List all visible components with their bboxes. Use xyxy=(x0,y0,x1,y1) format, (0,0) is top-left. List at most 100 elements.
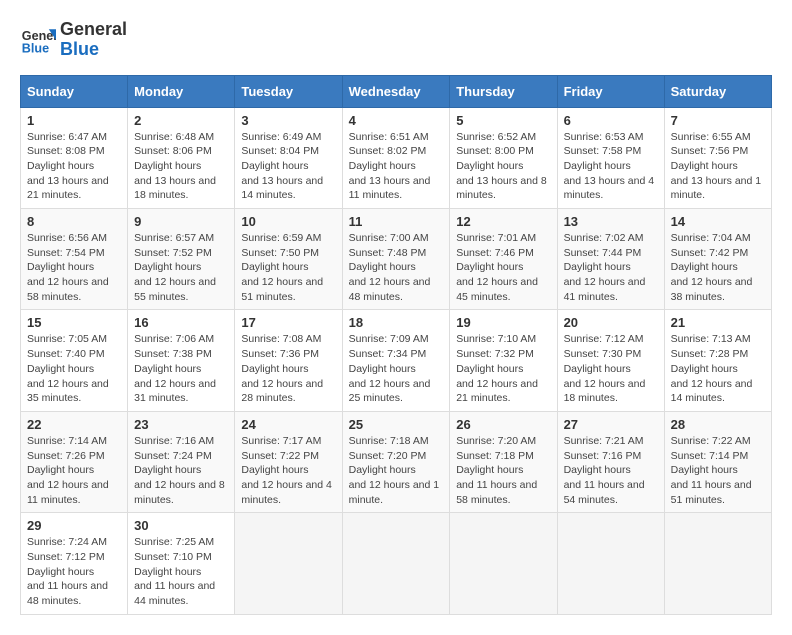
day-info: Sunrise: 6:59 AM Sunset: 7:50 PM Dayligh… xyxy=(241,231,335,304)
calendar-cell xyxy=(342,513,450,614)
day-number: 23 xyxy=(134,417,228,432)
day-number: 16 xyxy=(134,315,228,330)
day-number: 3 xyxy=(241,113,335,128)
day-number: 24 xyxy=(241,417,335,432)
calendar-cell: 22 Sunrise: 7:14 AM Sunset: 7:26 PM Dayl… xyxy=(21,411,128,512)
day-number: 12 xyxy=(456,214,550,229)
calendar-week-row: 15 Sunrise: 7:05 AM Sunset: 7:40 PM Dayl… xyxy=(21,310,772,411)
day-info: Sunrise: 7:09 AM Sunset: 7:34 PM Dayligh… xyxy=(349,332,444,405)
day-info: Sunrise: 7:12 AM Sunset: 7:30 PM Dayligh… xyxy=(564,332,658,405)
day-number: 17 xyxy=(241,315,335,330)
calendar-cell: 8 Sunrise: 6:56 AM Sunset: 7:54 PM Dayli… xyxy=(21,209,128,310)
calendar-cell: 2 Sunrise: 6:48 AM Sunset: 8:06 PM Dayli… xyxy=(128,107,235,208)
logo-text: General Blue xyxy=(60,20,127,60)
calendar-cell: 13 Sunrise: 7:02 AM Sunset: 7:44 PM Dayl… xyxy=(557,209,664,310)
calendar-cell: 15 Sunrise: 7:05 AM Sunset: 7:40 PM Dayl… xyxy=(21,310,128,411)
weekday-header-friday: Friday xyxy=(557,75,664,107)
day-number: 11 xyxy=(349,214,444,229)
svg-text:Blue: Blue xyxy=(22,41,49,55)
calendar-cell: 3 Sunrise: 6:49 AM Sunset: 8:04 PM Dayli… xyxy=(235,107,342,208)
day-info: Sunrise: 6:55 AM Sunset: 7:56 PM Dayligh… xyxy=(671,130,765,203)
calendar-week-row: 29 Sunrise: 7:24 AM Sunset: 7:12 PM Dayl… xyxy=(21,513,772,614)
day-info: Sunrise: 6:57 AM Sunset: 7:52 PM Dayligh… xyxy=(134,231,228,304)
day-number: 4 xyxy=(349,113,444,128)
day-info: Sunrise: 7:01 AM Sunset: 7:46 PM Dayligh… xyxy=(456,231,550,304)
day-info: Sunrise: 7:24 AM Sunset: 7:12 PM Dayligh… xyxy=(27,535,121,608)
day-info: Sunrise: 7:17 AM Sunset: 7:22 PM Dayligh… xyxy=(241,434,335,507)
calendar-cell: 30 Sunrise: 7:25 AM Sunset: 7:10 PM Dayl… xyxy=(128,513,235,614)
day-info: Sunrise: 6:56 AM Sunset: 7:54 PM Dayligh… xyxy=(27,231,121,304)
calendar-cell: 17 Sunrise: 7:08 AM Sunset: 7:36 PM Dayl… xyxy=(235,310,342,411)
calendar-cell: 27 Sunrise: 7:21 AM Sunset: 7:16 PM Dayl… xyxy=(557,411,664,512)
day-number: 27 xyxy=(564,417,658,432)
calendar-cell: 9 Sunrise: 6:57 AM Sunset: 7:52 PM Dayli… xyxy=(128,209,235,310)
calendar-cell: 16 Sunrise: 7:06 AM Sunset: 7:38 PM Dayl… xyxy=(128,310,235,411)
page-header: General Blue General Blue xyxy=(20,20,772,60)
calendar-cell: 11 Sunrise: 7:00 AM Sunset: 7:48 PM Dayl… xyxy=(342,209,450,310)
weekday-header-monday: Monday xyxy=(128,75,235,107)
day-number: 8 xyxy=(27,214,121,229)
day-number: 5 xyxy=(456,113,550,128)
day-info: Sunrise: 7:08 AM Sunset: 7:36 PM Dayligh… xyxy=(241,332,335,405)
day-info: Sunrise: 6:53 AM Sunset: 7:58 PM Dayligh… xyxy=(564,130,658,203)
day-info: Sunrise: 7:22 AM Sunset: 7:14 PM Dayligh… xyxy=(671,434,765,507)
calendar-cell: 29 Sunrise: 7:24 AM Sunset: 7:12 PM Dayl… xyxy=(21,513,128,614)
day-info: Sunrise: 7:20 AM Sunset: 7:18 PM Dayligh… xyxy=(456,434,550,507)
day-number: 2 xyxy=(134,113,228,128)
day-number: 25 xyxy=(349,417,444,432)
weekday-header-sunday: Sunday xyxy=(21,75,128,107)
day-number: 20 xyxy=(564,315,658,330)
day-number: 30 xyxy=(134,518,228,533)
day-number: 26 xyxy=(456,417,550,432)
day-number: 19 xyxy=(456,315,550,330)
weekday-header-row: SundayMondayTuesdayWednesdayThursdayFrid… xyxy=(21,75,772,107)
day-info: Sunrise: 6:52 AM Sunset: 8:00 PM Dayligh… xyxy=(456,130,550,203)
calendar-cell: 12 Sunrise: 7:01 AM Sunset: 7:46 PM Dayl… xyxy=(450,209,557,310)
day-info: Sunrise: 6:48 AM Sunset: 8:06 PM Dayligh… xyxy=(134,130,228,203)
day-number: 14 xyxy=(671,214,765,229)
day-number: 29 xyxy=(27,518,121,533)
calendar-cell: 14 Sunrise: 7:04 AM Sunset: 7:42 PM Dayl… xyxy=(664,209,771,310)
day-number: 9 xyxy=(134,214,228,229)
day-info: Sunrise: 7:02 AM Sunset: 7:44 PM Dayligh… xyxy=(564,231,658,304)
day-info: Sunrise: 6:47 AM Sunset: 8:08 PM Dayligh… xyxy=(27,130,121,203)
calendar-cell: 26 Sunrise: 7:20 AM Sunset: 7:18 PM Dayl… xyxy=(450,411,557,512)
calendar-cell: 19 Sunrise: 7:10 AM Sunset: 7:32 PM Dayl… xyxy=(450,310,557,411)
day-info: Sunrise: 7:14 AM Sunset: 7:26 PM Dayligh… xyxy=(27,434,121,507)
calendar-cell xyxy=(235,513,342,614)
day-number: 6 xyxy=(564,113,658,128)
calendar-cell: 18 Sunrise: 7:09 AM Sunset: 7:34 PM Dayl… xyxy=(342,310,450,411)
day-info: Sunrise: 7:13 AM Sunset: 7:28 PM Dayligh… xyxy=(671,332,765,405)
day-info: Sunrise: 7:18 AM Sunset: 7:20 PM Dayligh… xyxy=(349,434,444,507)
day-info: Sunrise: 7:06 AM Sunset: 7:38 PM Dayligh… xyxy=(134,332,228,405)
day-number: 7 xyxy=(671,113,765,128)
day-info: Sunrise: 7:04 AM Sunset: 7:42 PM Dayligh… xyxy=(671,231,765,304)
calendar-cell: 6 Sunrise: 6:53 AM Sunset: 7:58 PM Dayli… xyxy=(557,107,664,208)
day-number: 10 xyxy=(241,214,335,229)
calendar-cell xyxy=(557,513,664,614)
day-info: Sunrise: 7:16 AM Sunset: 7:24 PM Dayligh… xyxy=(134,434,228,507)
day-number: 21 xyxy=(671,315,765,330)
day-number: 22 xyxy=(27,417,121,432)
day-info: Sunrise: 7:05 AM Sunset: 7:40 PM Dayligh… xyxy=(27,332,121,405)
calendar-cell: 10 Sunrise: 6:59 AM Sunset: 7:50 PM Dayl… xyxy=(235,209,342,310)
calendar-cell xyxy=(664,513,771,614)
calendar-cell: 21 Sunrise: 7:13 AM Sunset: 7:28 PM Dayl… xyxy=(664,310,771,411)
calendar-cell: 25 Sunrise: 7:18 AM Sunset: 7:20 PM Dayl… xyxy=(342,411,450,512)
calendar-cell: 20 Sunrise: 7:12 AM Sunset: 7:30 PM Dayl… xyxy=(557,310,664,411)
calendar-cell: 23 Sunrise: 7:16 AM Sunset: 7:24 PM Dayl… xyxy=(128,411,235,512)
calendar-cell: 24 Sunrise: 7:17 AM Sunset: 7:22 PM Dayl… xyxy=(235,411,342,512)
day-info: Sunrise: 6:49 AM Sunset: 8:04 PM Dayligh… xyxy=(241,130,335,203)
weekday-header-tuesday: Tuesday xyxy=(235,75,342,107)
calendar-cell: 28 Sunrise: 7:22 AM Sunset: 7:14 PM Dayl… xyxy=(664,411,771,512)
calendar-cell: 7 Sunrise: 6:55 AM Sunset: 7:56 PM Dayli… xyxy=(664,107,771,208)
day-info: Sunrise: 6:51 AM Sunset: 8:02 PM Dayligh… xyxy=(349,130,444,203)
weekday-header-saturday: Saturday xyxy=(664,75,771,107)
day-info: Sunrise: 7:25 AM Sunset: 7:10 PM Dayligh… xyxy=(134,535,228,608)
day-info: Sunrise: 7:00 AM Sunset: 7:48 PM Dayligh… xyxy=(349,231,444,304)
calendar-cell: 5 Sunrise: 6:52 AM Sunset: 8:00 PM Dayli… xyxy=(450,107,557,208)
day-number: 18 xyxy=(349,315,444,330)
logo-general-text: General xyxy=(60,20,127,40)
weekday-header-thursday: Thursday xyxy=(450,75,557,107)
calendar-cell xyxy=(450,513,557,614)
